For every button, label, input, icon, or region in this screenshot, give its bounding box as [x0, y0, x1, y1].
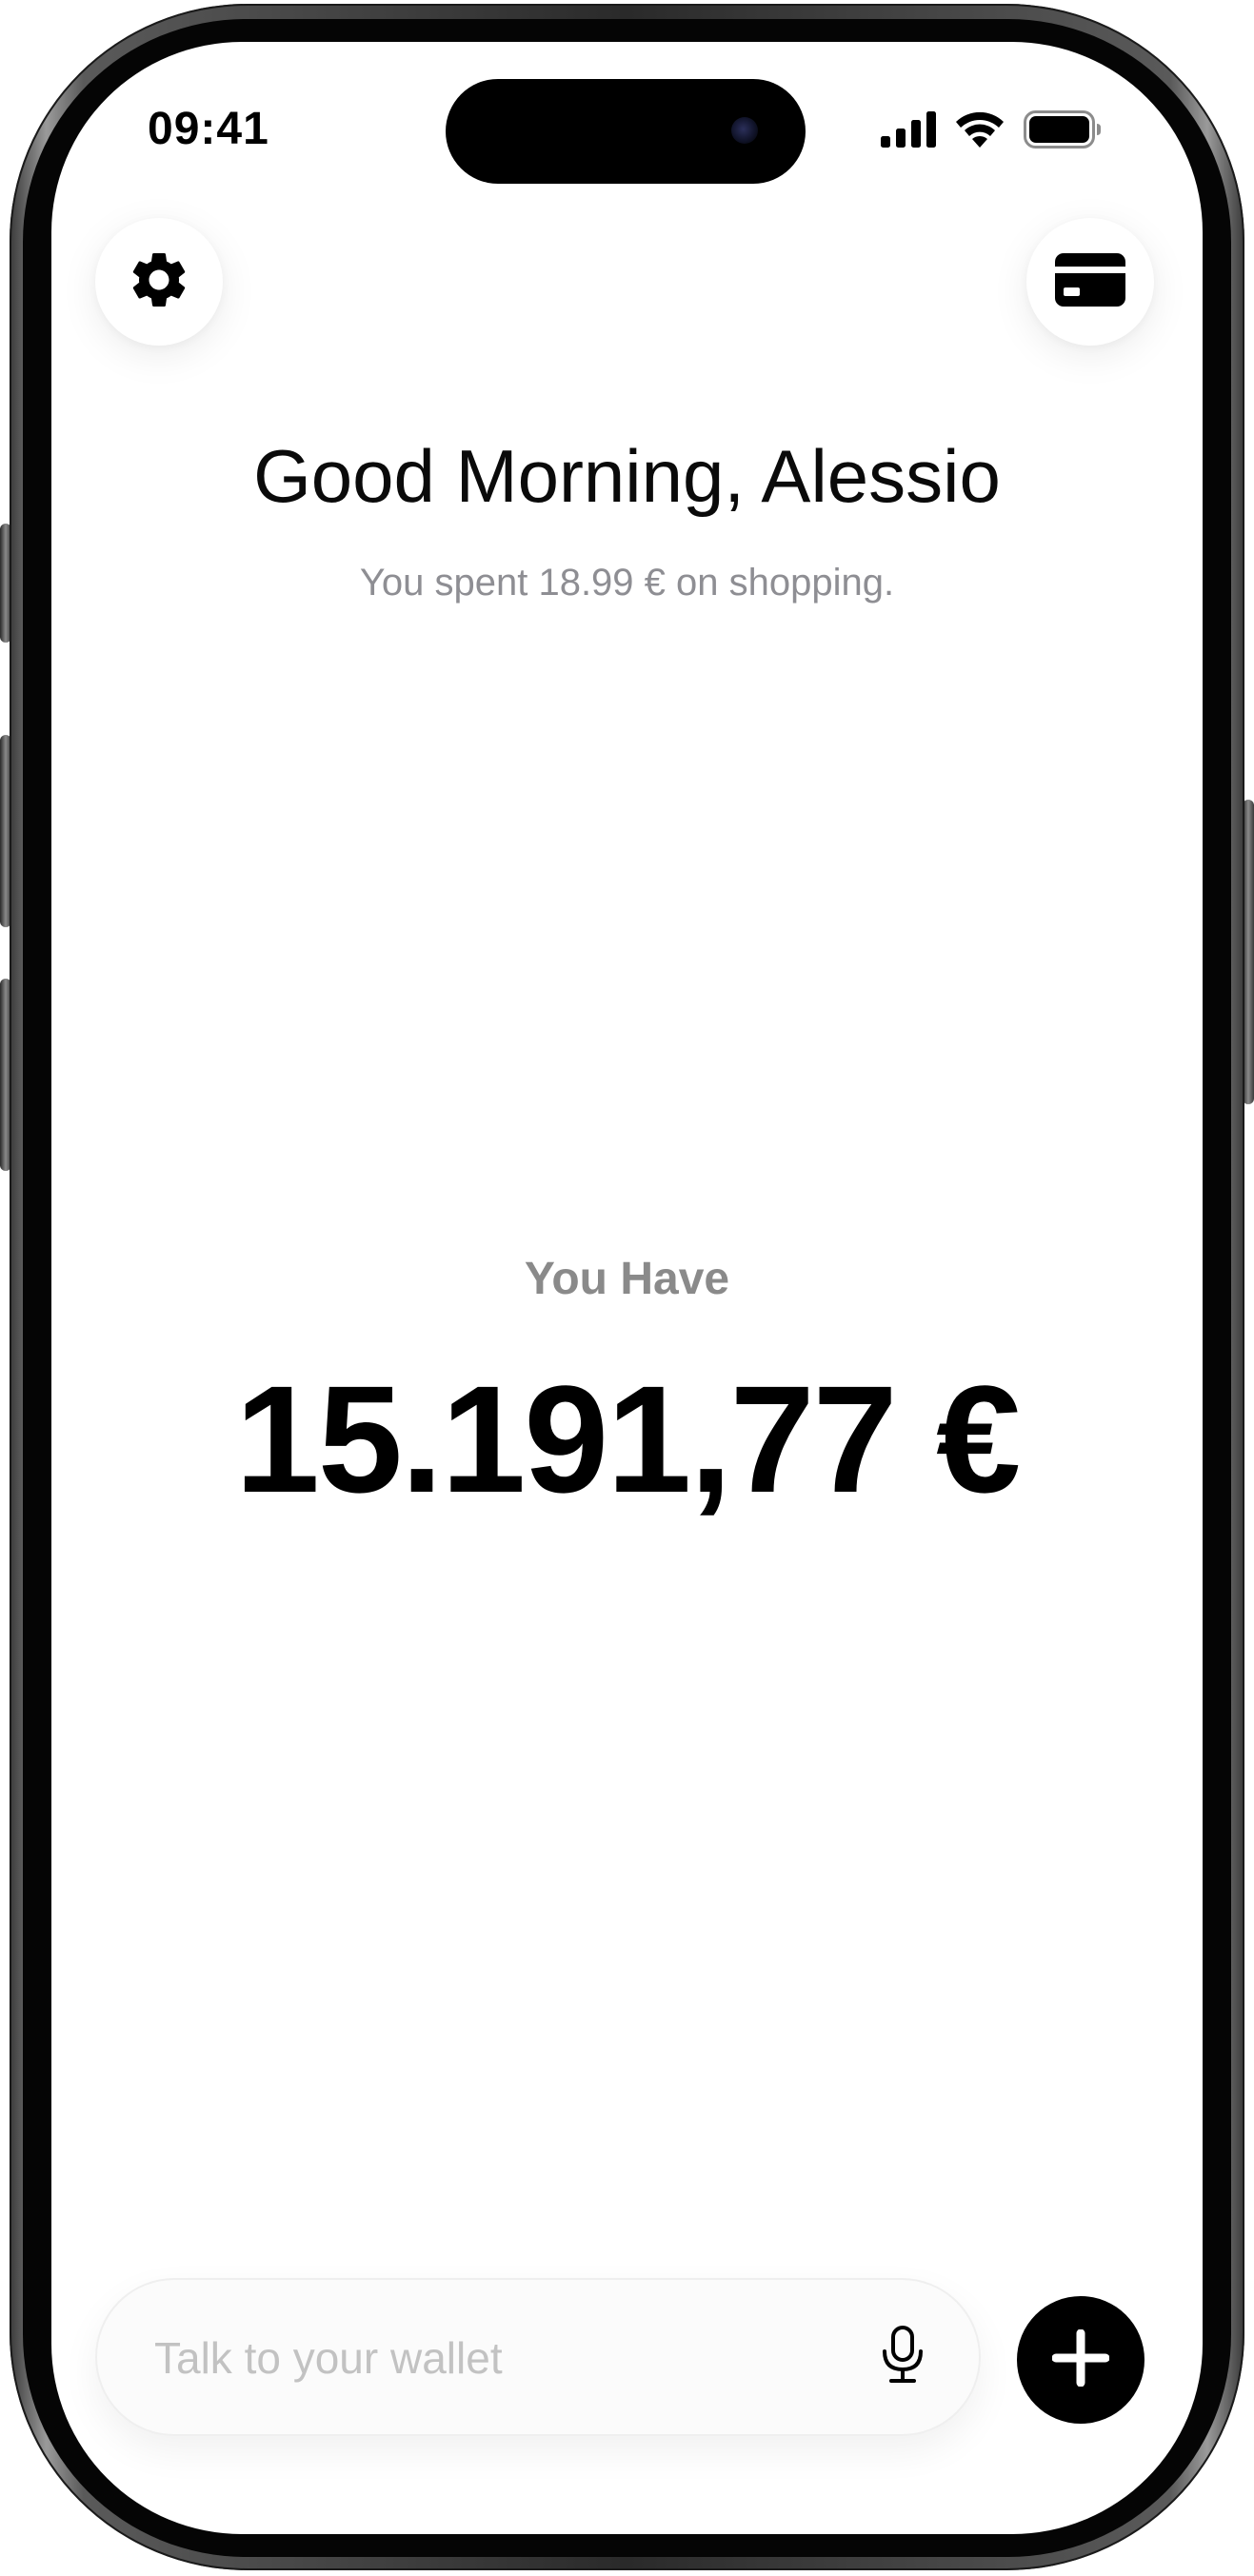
- credit-card-icon: [1053, 251, 1127, 313]
- plus-icon: [1051, 2328, 1110, 2391]
- greeting-title: Good Morning, Alessio: [253, 434, 1001, 518]
- dynamic-island: [446, 79, 806, 184]
- front-camera: [731, 117, 758, 144]
- cards-button[interactable]: [1026, 218, 1154, 346]
- microphone-icon: [881, 2325, 925, 2389]
- gear-icon: [126, 247, 192, 318]
- settings-button[interactable]: [95, 218, 223, 346]
- status-time: 09:41: [148, 104, 269, 154]
- cellular-signal-icon: [881, 111, 936, 152]
- balance-amount: 15.191,77 €: [234, 1354, 1021, 1524]
- add-button[interactable]: [1017, 2296, 1145, 2424]
- wallet-chat-field[interactable]: [152, 2280, 899, 2436]
- device-mockup: 09:41 Good Morning, Alessio You spent 18…: [0, 0, 1254, 2576]
- battery-icon: [1024, 110, 1102, 153]
- balance-label: You Have: [524, 1254, 730, 1304]
- voice-input-button[interactable]: [865, 2318, 941, 2396]
- wallet-chat-input: [95, 2278, 981, 2436]
- wifi-icon: [955, 111, 1005, 152]
- status-icons: [881, 110, 1102, 153]
- spending-summary: You spent 18.99 € on shopping.: [359, 562, 895, 604]
